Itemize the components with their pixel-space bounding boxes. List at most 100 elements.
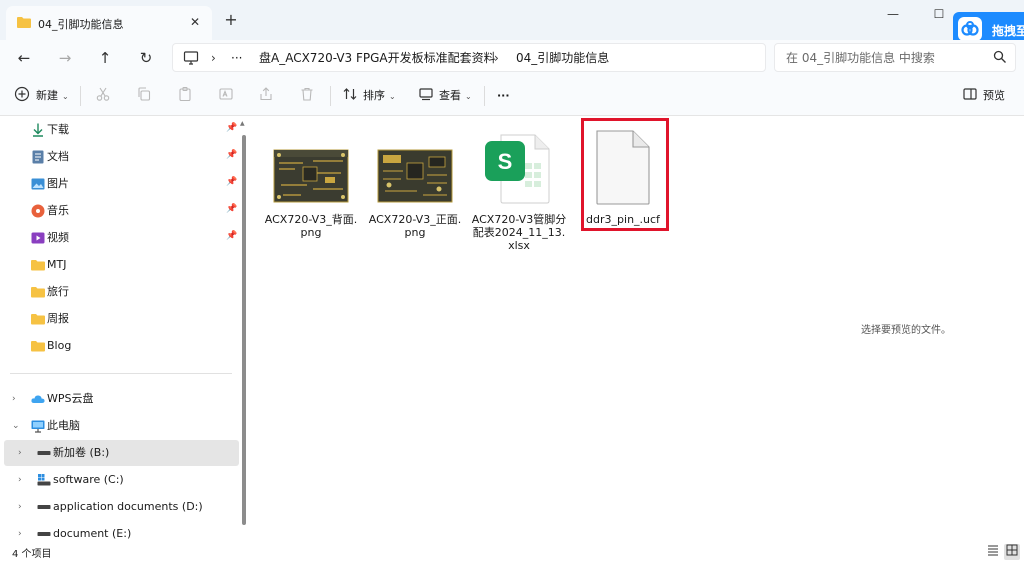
this-pc-icon [183,50,199,69]
sidebar-item-label: 文档 [47,150,69,163]
breadcrumb-current[interactable]: 04_引脚功能信息 [516,50,609,66]
sidebar-item-label: 下载 [47,123,69,136]
sidebar-item-pictures[interactable]: 图片 📌 [4,171,239,197]
title-bar: 04_引脚功能信息 ✕ + — ☐ 拖拽至 [0,0,1024,46]
sidebar-item-documents[interactable]: 文档 📌 [4,144,239,170]
search-icon [993,50,1007,67]
file-name: ACX720-V3_正面.png [368,213,462,239]
details-view-button[interactable] [985,544,1001,560]
status-bar: 4 个项目 [0,542,1024,562]
sidebar-item-label: 图片 [47,177,69,190]
highlight-box [581,118,669,231]
address-row: ← → ↑ ↻ › ··· 盘A_ACX720-V3 FPGA开发板标准配套资料… [0,40,1024,76]
sidebar-divider [10,373,232,374]
pin-icon: 📌 [226,123,238,133]
back-button[interactable]: ← [12,46,36,70]
file-name: ACX720-V3管脚分配表2024_11_13.xlsx [471,213,567,252]
folder-icon [30,338,46,354]
download-icon [30,122,46,138]
minimize-button[interactable]: — [870,0,916,30]
chevron-right-icon[interactable]: › [18,499,22,515]
search-box[interactable]: 在 04_引脚功能信息 中搜索 [774,43,1016,72]
scroll-up-arrow-icon[interactable]: ▲ [240,120,245,127]
drive-icon [36,499,52,515]
chevron-right-icon: › [494,51,499,65]
sidebar-item-mtj[interactable]: MTJ [4,252,239,278]
pcb-image-thumbnail [377,149,453,203]
preview-pane-icon [962,86,982,106]
folder-icon [30,284,46,300]
pin-icon: 📌 [226,231,238,241]
refresh-button[interactable]: ↻ [134,46,158,70]
toolbar-divider [330,86,331,106]
chevron-down-icon[interactable]: ⌄ [12,418,20,434]
sidebar-item-this-pc[interactable]: ⌄ 此电脑 [4,413,239,439]
file-list: ACX720-V3_背面.png ACX720-V3_正面.png S ACX7… [253,117,1024,542]
folder-icon [17,16,31,31]
svg-text:S: S [498,149,513,174]
sidebar-item-label: 新加卷 (B:) [53,446,110,459]
new-button[interactable]: 新建 ⌄ [36,84,69,108]
forward-button[interactable]: → [53,46,77,70]
sidebar-item-downloads[interactable]: 下载 📌 [4,117,239,143]
pcb-image-thumbnail [273,149,349,203]
view-icon [418,86,438,106]
toolbar-divider [484,86,485,106]
close-tab-button[interactable]: ✕ [186,13,204,31]
breadcrumb-parent[interactable]: 盘A_ACX720-V3 FPGA开发板标准配套资料 [259,50,496,66]
music-icon [30,203,46,219]
sort-button-label: 排序 [363,89,385,102]
sort-icon [342,86,362,106]
sidebar-item-label: document (E:) [53,527,132,540]
view-button[interactable]: 查看 ⌄ [439,84,472,108]
sidebar-scrollbar[interactable] [242,135,246,525]
sidebar-item-label: 视频 [47,231,69,244]
sidebar-item-label: software (C:) [53,473,124,486]
chevron-right-icon[interactable]: › [18,526,22,542]
video-icon [30,230,46,246]
chevron-down-icon: ⌄ [465,92,472,101]
cloud-icon [30,391,46,407]
folder-icon [30,311,46,327]
sidebar-item-blog[interactable]: Blog [4,333,239,359]
chevron-right-icon[interactable]: › [18,472,22,488]
system-drive-icon [36,472,52,488]
sidebar-item-label: 此电脑 [47,419,80,432]
paste-icon[interactable] [177,86,197,106]
chevron-right-icon[interactable]: › [12,391,16,407]
file-item[interactable]: ACX720-V3_正面.png [367,125,463,265]
rename-icon[interactable] [218,86,238,106]
pin-icon: 📌 [226,177,238,187]
item-count: 4 个项目 [12,549,52,560]
tiles-view-button[interactable] [1004,544,1020,560]
more-options-button[interactable]: ··· [497,84,510,108]
sidebar-item-wps-cloud[interactable]: › WPS云盘 [4,386,239,412]
file-item[interactable]: S ACX720-V3管脚分配表2024_11_13.xlsx [471,125,567,265]
preview-button[interactable]: 预览 [983,84,1005,108]
sidebar-item-drive-c[interactable]: › software (C:) [4,467,239,493]
new-tab-button[interactable]: + [222,11,240,29]
new-plus-icon [14,86,34,106]
delete-icon[interactable] [299,86,319,106]
copy-icon[interactable] [136,86,156,106]
tab-current[interactable]: 04_引脚功能信息 ✕ [6,6,212,40]
address-bar[interactable]: › ··· 盘A_ACX720-V3 FPGA开发板标准配套资料 › 04_引脚… [172,43,766,72]
sidebar-item-label: 旅行 [47,285,69,298]
tab-title: 04_引脚功能信息 [38,18,124,31]
cut-icon[interactable] [95,86,115,106]
sidebar-item-weekly[interactable]: 周报 [4,306,239,332]
sidebar-item-videos[interactable]: 视频 📌 [4,225,239,251]
baidu-cloud-icon [958,17,982,41]
navigation-pane: 下载 📌 文档 📌 图片 📌 音乐 📌 视频 📌 MTJ 旅行 周报 Blog [0,117,250,542]
sort-button[interactable]: 排序 ⌄ [363,84,396,108]
chevron-right-icon[interactable]: › [18,445,22,461]
up-button[interactable]: ↑ [93,46,117,70]
sidebar-item-drive-d[interactable]: › application documents (D:) [4,494,239,520]
sidebar-item-drive-b[interactable]: › 新加卷 (B:) [4,440,239,466]
file-item[interactable]: ACX720-V3_背面.png [263,125,359,265]
breadcrumb-more[interactable]: ··· [231,50,242,66]
sidebar-item-travel[interactable]: 旅行 [4,279,239,305]
search-placeholder: 在 04_引脚功能信息 中搜索 [786,51,935,65]
sidebar-item-music[interactable]: 音乐 📌 [4,198,239,224]
share-icon[interactable] [258,86,278,106]
